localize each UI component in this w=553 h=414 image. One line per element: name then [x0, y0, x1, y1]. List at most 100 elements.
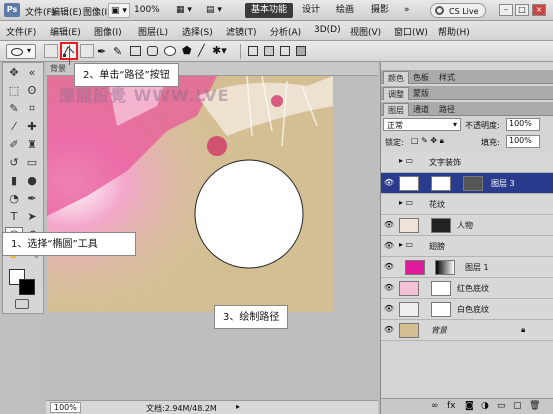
layer-row[interactable]: ▸ ▭ 花纹: [381, 194, 553, 215]
layer-style-icon[interactable]: fx: [447, 401, 456, 411]
tool-preset-picker[interactable]: ▾: [6, 44, 36, 59]
path-select-icon[interactable]: ➤: [23, 209, 41, 225]
quick-select-icon[interactable]: ✎: [5, 101, 23, 117]
ellipse-tool-icon[interactable]: [164, 46, 176, 56]
extras-button[interactable]: ▤ ▾: [200, 3, 228, 18]
menu-image[interactable]: 图像(I): [83, 5, 111, 18]
move-tool-icon[interactable]: ✥: [5, 65, 23, 81]
eraser-icon[interactable]: ▭: [23, 155, 41, 171]
workspace-more-button[interactable]: »: [398, 3, 416, 18]
crop-tool-icon[interactable]: ⌗: [23, 101, 41, 117]
new-group-icon[interactable]: ▭: [497, 401, 506, 411]
shape-layers-button[interactable]: [44, 44, 58, 58]
menu-filter[interactable]: 滤镜(T): [226, 25, 257, 38]
eye-icon[interactable]: 👁︎: [383, 220, 395, 230]
workspace-photography[interactable]: 摄影: [365, 3, 395, 18]
path-intersect-icon[interactable]: [280, 46, 290, 56]
clone-stamp-icon[interactable]: ♜: [23, 137, 41, 153]
marquee-tool-icon[interactable]: ⬚: [5, 83, 23, 99]
background-color-swatch[interactable]: [19, 279, 35, 295]
eye-icon[interactable]: 👁︎: [383, 178, 395, 188]
menu-window[interactable]: 窗口(W): [394, 25, 428, 38]
link-layers-icon[interactable]: ∞: [431, 401, 439, 411]
layer-row[interactable]: 👁︎ 图层 1: [381, 257, 553, 278]
minimize-button[interactable]: –: [499, 4, 513, 16]
blur-tool-icon[interactable]: ●: [23, 173, 41, 189]
dodge-tool-icon[interactable]: ◔: [5, 191, 23, 207]
rounded-rectangle-icon[interactable]: [147, 46, 158, 56]
fill-input[interactable]: 100%: [506, 135, 540, 148]
toolbox-collapse-icon[interactable]: «: [23, 65, 41, 81]
lock-icons[interactable]: □ ✎ ✥ 🔒︎: [411, 136, 444, 146]
menu-image-2[interactable]: 图像(I): [94, 25, 122, 38]
image-canvas[interactable]: 應龍設覺 WWW.LVE: [47, 76, 333, 312]
menu-help[interactable]: 帮助(H): [438, 25, 470, 38]
visibility-off-icon[interactable]: [383, 199, 395, 209]
tab-swatches[interactable]: 色板: [409, 71, 433, 84]
layer-row[interactable]: 👁︎ 人物: [381, 215, 553, 236]
gradient-tool-icon[interactable]: ▮: [5, 173, 23, 189]
menu-edit-2[interactable]: 编辑(E): [50, 25, 81, 38]
visibility-off-icon[interactable]: [383, 157, 395, 167]
brush-tool-icon[interactable]: ✐: [5, 137, 23, 153]
menu-select[interactable]: 选择(S): [182, 25, 213, 38]
menu-3d[interactable]: 3D(D): [314, 25, 341, 35]
layer-row[interactable]: ▸ ▭ 文字装饰: [381, 152, 553, 173]
tab-styles[interactable]: 样式: [435, 71, 459, 84]
opacity-input[interactable]: 100%: [506, 118, 540, 131]
quick-mask-icon[interactable]: [15, 299, 29, 309]
custom-shape-icon[interactable]: ✱▾: [212, 44, 227, 57]
tab-layers[interactable]: 图层: [383, 103, 409, 116]
tab-color[interactable]: 颜色: [383, 71, 409, 84]
new-layer-icon[interactable]: ▢: [513, 401, 522, 411]
arrange-documents-button[interactable]: ▦ ▾: [170, 3, 198, 18]
tab-masks[interactable]: 蒙版: [409, 87, 433, 100]
document-tab[interactable]: 背景: [50, 63, 66, 74]
healing-brush-icon[interactable]: ✚: [23, 119, 41, 135]
eyedropper-icon[interactable]: ⁄: [5, 119, 23, 135]
polygon-tool-icon[interactable]: ⬟: [182, 44, 192, 57]
menu-analysis[interactable]: 分析(A): [270, 25, 301, 38]
blend-mode-select[interactable]: 正常 ▾: [383, 118, 461, 131]
history-brush-icon[interactable]: ↺: [5, 155, 23, 171]
pen-tool-icon[interactable]: ✒: [23, 191, 41, 207]
eye-icon[interactable]: 👁︎: [383, 283, 395, 293]
path-add-icon[interactable]: [248, 46, 258, 56]
menu-file-2[interactable]: 文件(F): [6, 25, 36, 38]
tab-adjustments[interactable]: 调整: [383, 87, 409, 100]
pen-icon[interactable]: ✒: [97, 45, 106, 58]
layer-row[interactable]: 👁︎ 背景 🔒︎: [381, 320, 553, 341]
tab-paths[interactable]: 路径: [435, 103, 459, 116]
menu-view[interactable]: 视图(V): [350, 25, 381, 38]
type-tool-icon[interactable]: T: [5, 209, 23, 225]
trash-icon[interactable]: 🗑︎: [529, 401, 540, 411]
status-menu-arrow-icon[interactable]: ▸: [236, 402, 240, 411]
rectangle-tool-icon[interactable]: [130, 46, 141, 56]
adjustment-layer-icon[interactable]: ◑: [481, 401, 489, 411]
layer-row[interactable]: 👁︎ ▸ ▭ 翅膀: [381, 236, 553, 257]
workspace-essentials[interactable]: 基本功能: [245, 3, 294, 18]
path-subtract-icon[interactable]: [264, 46, 274, 56]
fill-pixels-button[interactable]: [80, 44, 94, 58]
eye-icon[interactable]: 👁︎: [383, 262, 395, 272]
screen-mode-button[interactable]: ▣ ▾: [108, 3, 130, 18]
lasso-tool-icon[interactable]: ʘ: [23, 83, 41, 99]
eye-icon[interactable]: 👁︎: [383, 325, 395, 335]
layer-row[interactable]: 👁︎ 白色底纹: [381, 299, 553, 320]
workspace-design[interactable]: 设计: [296, 3, 326, 18]
eye-icon[interactable]: 👁︎: [383, 241, 395, 251]
menu-layer[interactable]: 图层(L): [138, 25, 168, 38]
tab-channels[interactable]: 通道: [409, 103, 433, 116]
zoom-field[interactable]: 100%: [50, 402, 81, 413]
path-exclude-icon[interactable]: [296, 46, 306, 56]
layer-row-selected[interactable]: 👁︎ 图层 3: [381, 173, 553, 194]
line-tool-icon[interactable]: ╱: [198, 44, 205, 57]
freeform-pen-icon[interactable]: ✎: [113, 45, 122, 58]
add-mask-icon[interactable]: ◙: [465, 401, 474, 411]
workspace-painting[interactable]: 绘画: [330, 3, 360, 18]
menu-edit[interactable]: 编辑(E): [51, 5, 82, 18]
maximize-button[interactable]: □: [515, 4, 529, 16]
layer-row[interactable]: 👁︎ 红色底纹: [381, 278, 553, 299]
zoom-level-dropdown[interactable]: 100%: [128, 3, 166, 18]
eye-icon[interactable]: 👁︎: [383, 304, 395, 314]
